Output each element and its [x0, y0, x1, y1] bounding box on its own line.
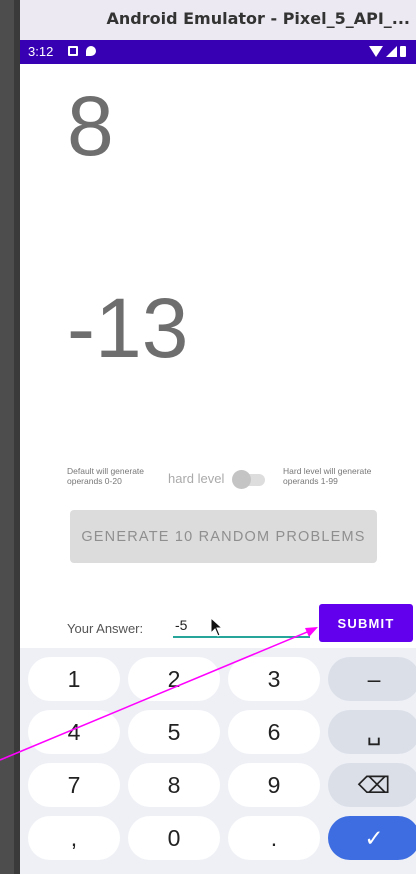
status-time: 3:12 — [28, 44, 54, 59]
generate-problems-button[interactable]: GENERATE 10 RANDOM PROBLEMS — [70, 510, 377, 563]
hard-level-label: hard level — [168, 471, 225, 486]
operand-1: 8 — [67, 79, 114, 173]
key-minus[interactable]: – — [328, 657, 416, 701]
chat-icon — [86, 46, 96, 56]
space-key-icon[interactable]: ␣ — [328, 710, 416, 754]
battery-icon — [400, 46, 406, 57]
key-6[interactable]: 6 — [228, 710, 320, 754]
signal-icon — [386, 46, 397, 57]
key-period[interactable]: . — [228, 816, 320, 860]
key-5[interactable]: 5 — [128, 710, 220, 754]
answer-input[interactable]: -5 — [173, 614, 310, 638]
wifi-icon — [369, 46, 383, 57]
app-content: 8 -13 Default will generate operands 0-2… — [20, 64, 416, 648]
key-9[interactable]: 9 — [228, 763, 320, 807]
submit-button[interactable]: SUBMIT — [319, 604, 413, 642]
hard-level-note: Hard level will generate operands 1-99 — [283, 466, 372, 486]
done-check-icon[interactable]: ✓ — [328, 816, 416, 860]
status-bar: 3:12 — [20, 40, 416, 64]
hard-level-switch-thumb[interactable] — [232, 470, 251, 489]
answer-label: Your Answer: — [67, 621, 144, 636]
status-icons — [369, 46, 406, 57]
mouse-pointer-icon — [210, 617, 224, 637]
notification-icon — [68, 46, 78, 56]
key-4[interactable]: 4 — [28, 710, 120, 754]
key-7[interactable]: 7 — [28, 763, 120, 807]
numeric-keyboard: 1 2 3 – 4 5 6 ␣ 7 8 9 ⌫ , 0 . ✓ — [20, 648, 416, 874]
key-0[interactable]: 0 — [128, 816, 220, 860]
key-3[interactable]: 3 — [228, 657, 320, 701]
emulator-left-edge — [0, 0, 20, 874]
default-level-note: Default will generate operands 0-20 — [67, 466, 145, 486]
backspace-icon[interactable]: ⌫ — [328, 763, 416, 807]
operand-2: -13 — [67, 281, 189, 375]
key-8[interactable]: 8 — [128, 763, 220, 807]
emulator-titlebar[interactable]: Android Emulator - Pixel_5_API_... — [20, 0, 416, 40]
key-1[interactable]: 1 — [28, 657, 120, 701]
key-comma[interactable]: , — [28, 816, 120, 860]
level-row: Default will generate operands 0-20 hard… — [67, 466, 407, 492]
key-2[interactable]: 2 — [128, 657, 220, 701]
emulator-title: Android Emulator - Pixel_5_API_... — [106, 9, 411, 28]
